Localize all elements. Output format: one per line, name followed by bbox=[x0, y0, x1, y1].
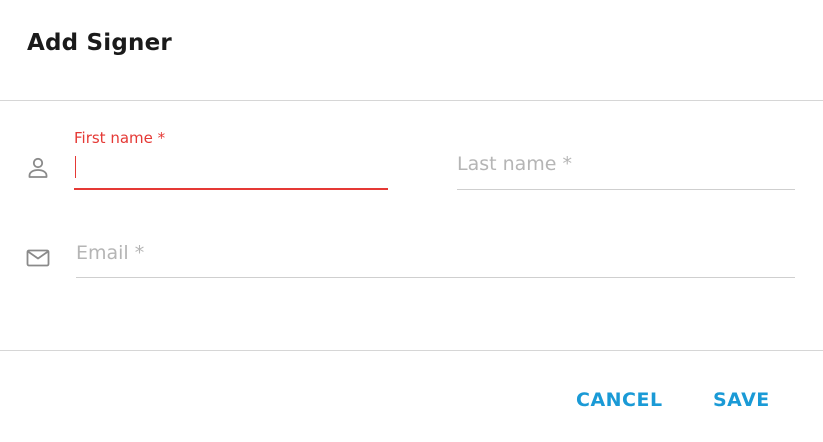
header-divider bbox=[0, 100, 823, 101]
person-icon bbox=[25, 155, 51, 181]
email-field[interactable]: Email * bbox=[76, 218, 795, 280]
email-underline bbox=[76, 277, 795, 278]
footer-divider bbox=[0, 350, 823, 351]
last-name-field[interactable]: Last name * bbox=[457, 129, 795, 191]
first-name-underline bbox=[74, 188, 388, 190]
first-name-field[interactable]: First name * bbox=[74, 129, 388, 191]
cancel-button[interactable]: CANCEL bbox=[566, 380, 673, 420]
last-name-input[interactable] bbox=[457, 153, 787, 179]
first-name-input[interactable] bbox=[74, 155, 374, 181]
add-signer-dialog: Add Signer First name * Last name * Emai… bbox=[0, 0, 823, 442]
dialog-title: Add Signer bbox=[27, 30, 172, 56]
last-name-underline bbox=[457, 189, 795, 190]
first-name-label: First name * bbox=[74, 129, 166, 147]
mail-icon bbox=[25, 245, 51, 271]
save-button[interactable]: SAVE bbox=[703, 380, 780, 420]
email-input[interactable] bbox=[76, 242, 786, 268]
